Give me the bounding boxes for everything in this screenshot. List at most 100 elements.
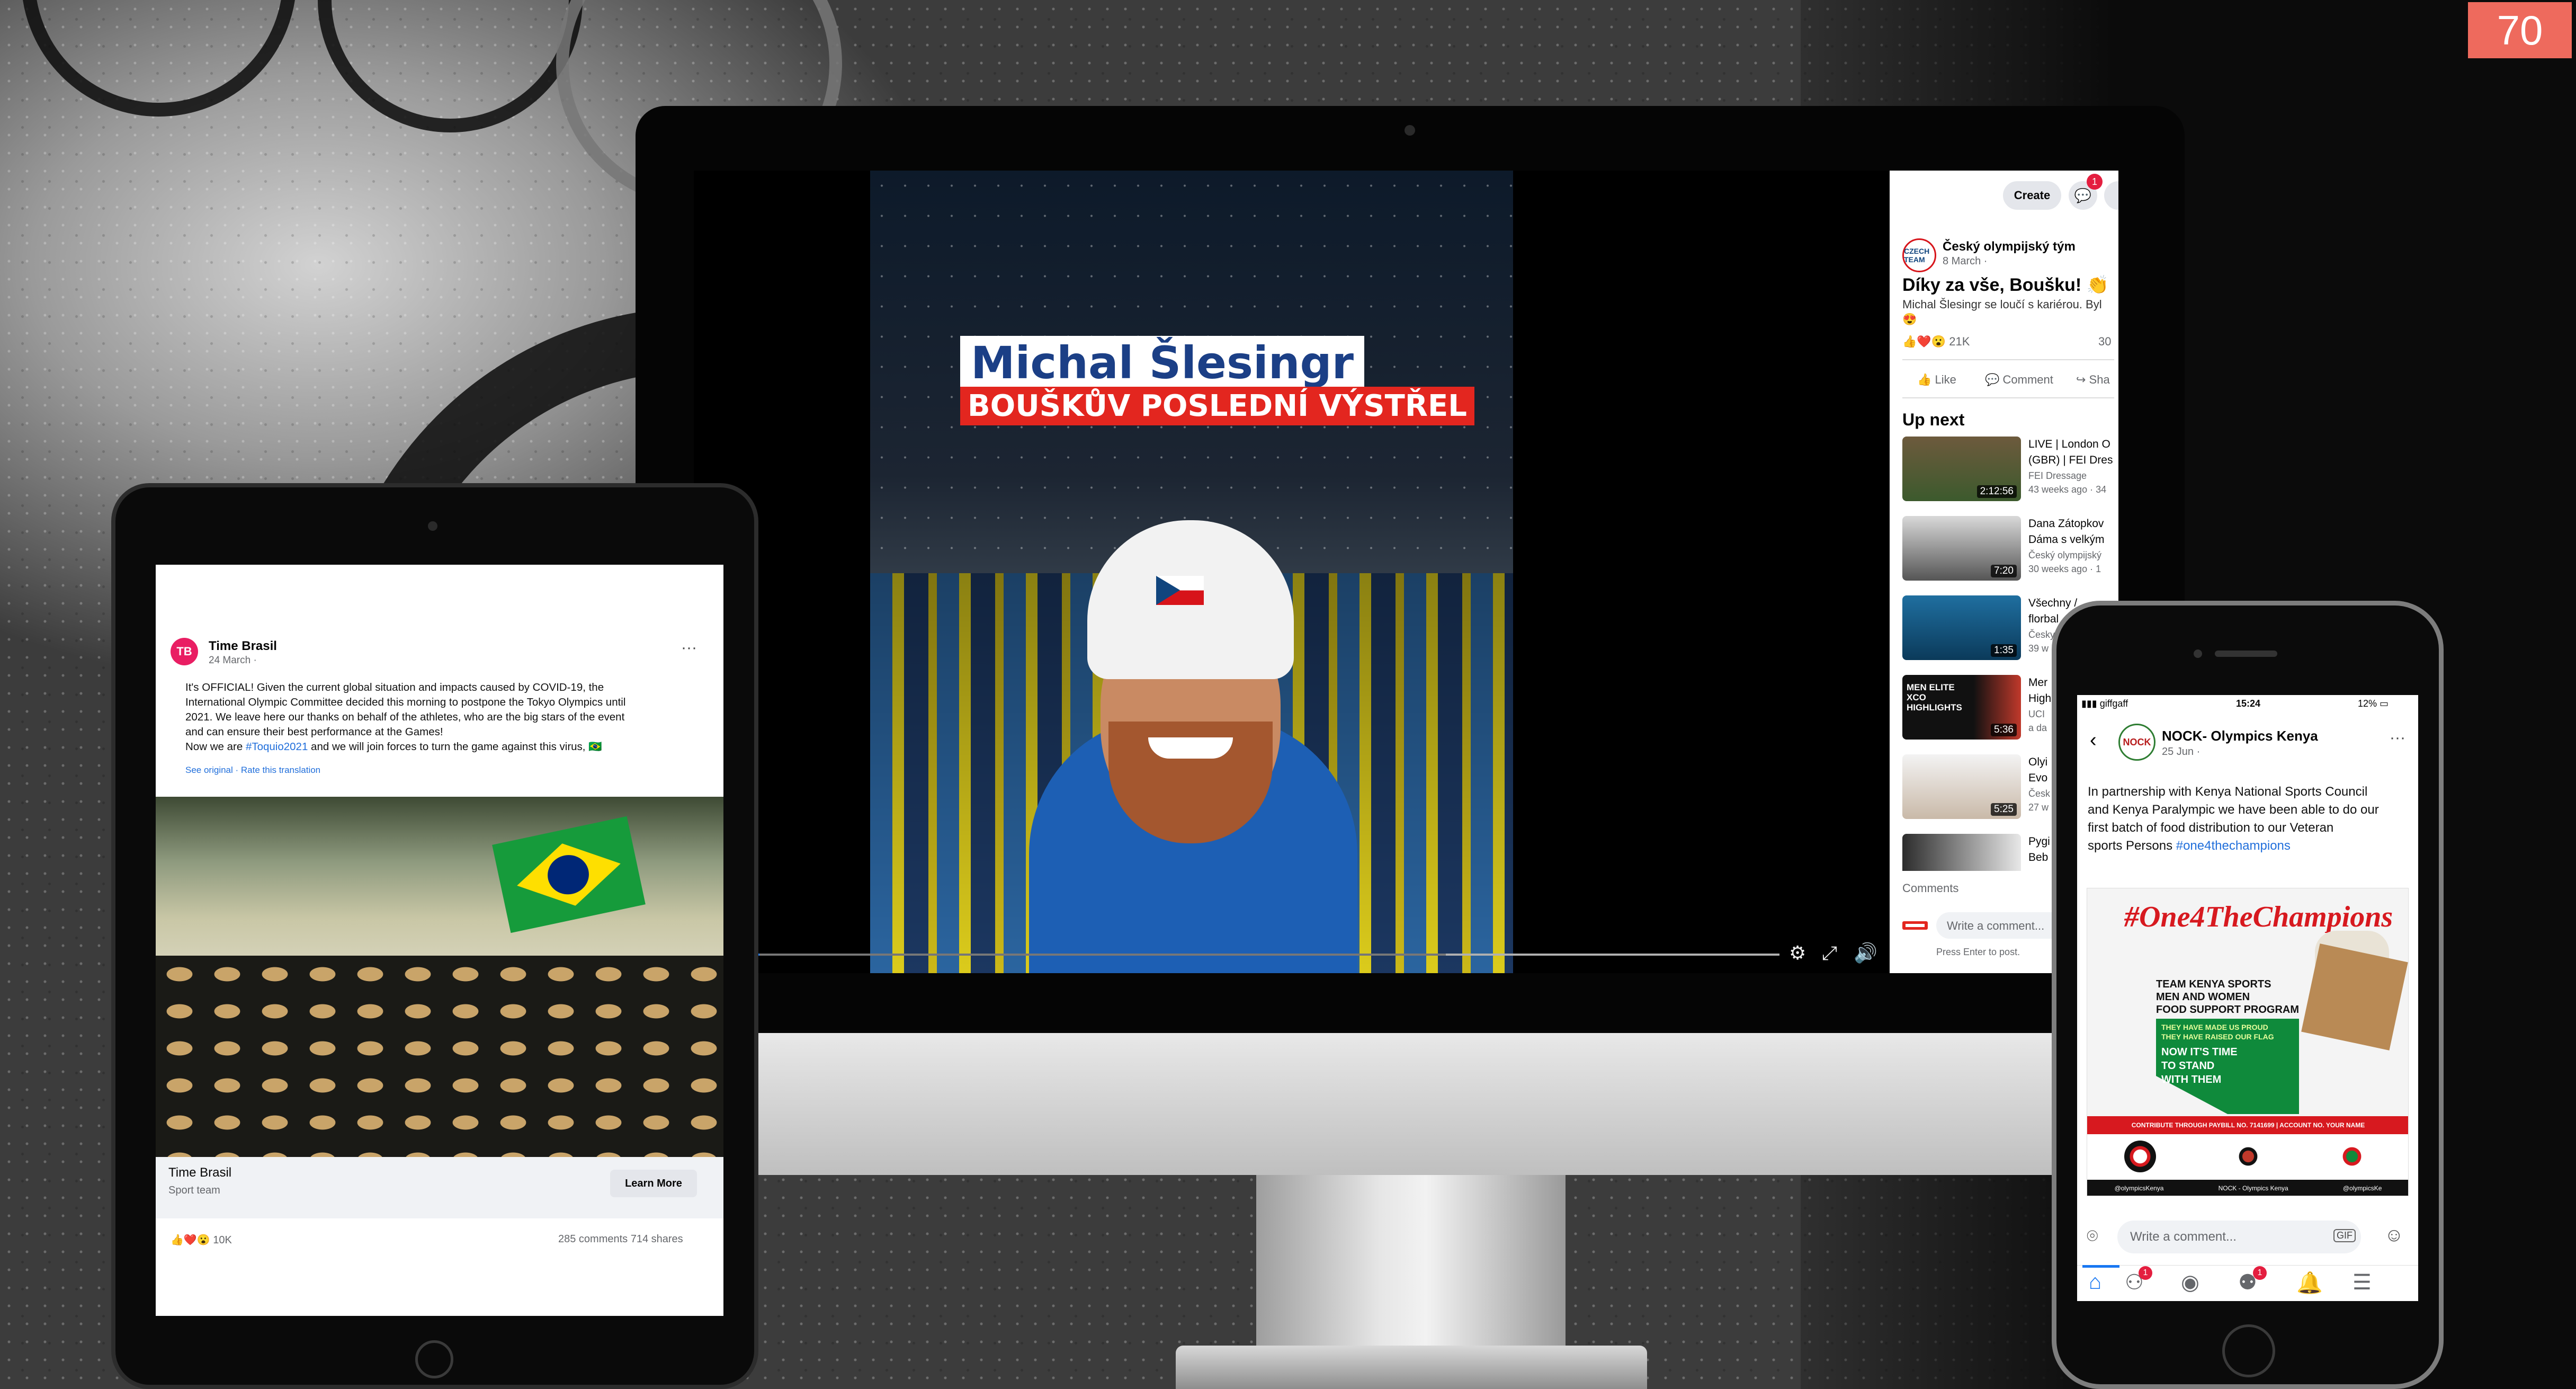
camera-icon[interactable]: ⌾	[2087, 1225, 2098, 1248]
learn-more-button[interactable]: Learn More	[610, 1170, 697, 1197]
post-date[interactable]: 25 Jun ·	[2162, 746, 2200, 758]
post-date[interactable]: 8 March ·	[1943, 255, 1987, 268]
ipad-home-button[interactable]	[415, 1340, 453, 1378]
comment-input[interactable]: Write a comment...	[2117, 1221, 2361, 1253]
food-box-illustration	[2301, 943, 2408, 1050]
campaign-poster[interactable]: #One4TheChampions TEAM KENYA SPORTS MEN …	[2087, 888, 2409, 1196]
reaction-count[interactable]: 👍❤️😮 21K	[1902, 335, 1970, 349]
emoji-icon[interactable]: ☺	[2384, 1224, 2404, 1246]
video-thumbnail[interactable]: MEN ELITE XCO HIGHLIGHTS 5:36	[1902, 675, 2021, 740]
gif-button[interactable]: GIF	[2333, 1229, 2356, 1242]
hashtag-link[interactable]: #Toquio2021	[246, 741, 308, 753]
comments-shares-count[interactable]: 285 comments 714 shares	[558, 1233, 683, 1245]
video-title[interactable]: LIVE | London O	[2028, 437, 2118, 452]
video-thumbnail[interactable]: 7:20	[1902, 516, 2021, 581]
more-options-icon[interactable]: ···	[681, 639, 697, 657]
reaction-summary[interactable]: 👍❤️😮 10K	[171, 1233, 232, 1246]
notifications-bell-icon[interactable]: 🔔	[2296, 1270, 2323, 1295]
page-avatar[interactable]: NOCK	[2118, 724, 2155, 761]
commenter-avatar	[1902, 915, 1928, 936]
page-name[interactable]: Český olympijský tým	[1943, 239, 2076, 254]
back-arrow-icon[interactable]: ‹	[2090, 729, 2097, 752]
create-button[interactable]: Create	[2003, 181, 2061, 210]
video-title[interactable]: Dáma s velkým	[2028, 532, 2118, 548]
fullscreen-icon[interactable]: ⤢	[1822, 942, 1837, 964]
comment-count[interactable]: 30	[2098, 335, 2111, 349]
video-title[interactable]: (GBR) | FEI Dres	[2028, 452, 2118, 468]
video-meta: 27 w	[2028, 802, 2049, 813]
video-channel[interactable]: Česk	[2028, 788, 2050, 799]
video-title-subtitle: BOUŠKŮV POSLEDNÍ VÝSTŘEL	[960, 387, 1474, 425]
volume-icon[interactable]: 🔊	[1854, 942, 1877, 964]
account-menu-button[interactable]	[2104, 181, 2118, 210]
page-avatar[interactable]: CZECH TEAM	[1902, 238, 1936, 272]
post-text-line: first batch of food distribution to our …	[2088, 821, 2334, 835]
link-subtitle: Sport team	[168, 1185, 220, 1196]
video-title-name: Michal Šlesingr	[960, 336, 1365, 390]
poster-paybill-band: CONTRIBUTE THROUGH PAYBILL NO. 7141699 |…	[2087, 1116, 2408, 1134]
iphone-home-button[interactable]	[2222, 1324, 2275, 1377]
home-icon[interactable]: ⌂	[2089, 1270, 2101, 1294]
video-title[interactable]: Dana Zátopkov	[2028, 516, 2118, 532]
comment-hint: Press Enter to post.	[1936, 947, 2020, 957]
brazil-flag-icon	[492, 816, 646, 933]
video-thumbnail[interactable]: 1:35	[1902, 595, 2021, 660]
comment-button[interactable]: 💬 Comment	[1985, 373, 2053, 387]
video-frame[interactable]: Michal Šlesingr BOUŠKŮV POSLEDNÍ VÝSTŘEL	[870, 171, 1513, 973]
hashtag-link[interactable]: #one4thechampions	[2176, 839, 2291, 853]
video-thumbnail[interactable]: 5:25	[1902, 754, 2021, 819]
video-duration: 7:20	[1991, 565, 2017, 577]
more-options-icon[interactable]: ···	[2390, 729, 2405, 747]
battery-percent: 12%	[2358, 698, 2377, 709]
status-time: 15:24	[2236, 698, 2261, 709]
post-text-line: and can ensure their best performance at…	[185, 726, 443, 738]
thumbnail-caption: MEN ELITE XCO HIGHLIGHTS	[1907, 682, 1962, 713]
imac-stand-foot	[1176, 1346, 1647, 1389]
carrier-label: ▮▮▮ giffgaff	[2081, 698, 2128, 709]
translation-link[interactable]: See original · Rate this translation	[185, 765, 320, 776]
poster-hashtag: #One4TheChampions	[2124, 901, 2393, 933]
like-button[interactable]: 👍 Like	[1917, 373, 1956, 387]
divider	[1902, 359, 2114, 360]
iphone-speaker	[2215, 651, 2277, 657]
video-progress-buffer	[757, 954, 1446, 956]
post-photo[interactable]	[156, 797, 723, 1157]
video-duration: 5:36	[1991, 724, 2017, 736]
post-text-line: In partnership with Kenya National Sport…	[2088, 785, 2368, 799]
imac-chin	[636, 1033, 2185, 1175]
ipad-camera	[428, 521, 437, 531]
up-next-item[interactable]: 7:20 Dana Zátopkov Dáma s velkým Český o…	[1902, 516, 2118, 585]
poster-handle: @olympicsKe	[2342, 1185, 2382, 1192]
like-label: Like	[1935, 373, 1956, 386]
video-meta: 30 weeks ago · 1	[2028, 564, 2101, 574]
video-thumbnail[interactable]	[1902, 834, 2021, 871]
czech-flag-icon	[1156, 576, 1204, 605]
poster-handle: NOCK - Olympics Kenya	[2218, 1185, 2288, 1192]
nock-logo-icon	[2336, 1141, 2368, 1172]
link-title[interactable]: Time Brasil	[168, 1165, 231, 1180]
poster-small-line: THEY HAVE MADE US PROUD	[2161, 1023, 2268, 1031]
comment-input[interactable]: Write a comment...	[1936, 912, 2069, 939]
video-channel[interactable]: Česky	[2028, 629, 2055, 640]
settings-icon[interactable]: ⚙	[1789, 942, 1806, 964]
imac-camera	[1405, 125, 1415, 136]
poster-small-line: THEY HAVE RAISED OUR FLAG	[2161, 1032, 2274, 1041]
divider	[1902, 397, 2114, 398]
video-channel[interactable]: UCI	[2028, 709, 2045, 720]
poster-big-line: WITH THEM	[2161, 1074, 2222, 1085]
profile-icon[interactable]: ◉	[2181, 1270, 2199, 1295]
video-channel[interactable]: FEI Dressage	[2028, 470, 2087, 482]
video-channel[interactable]: Český olympijský	[2028, 550, 2101, 561]
post-text: sports Persons	[2088, 839, 2176, 853]
post-date[interactable]: 24 March ·	[209, 655, 257, 666]
carrier-name: giffgaff	[2099, 698, 2128, 709]
page-name[interactable]: Time Brasil	[209, 639, 277, 654]
page-name[interactable]: NOCK- Olympics Kenya	[2162, 728, 2318, 744]
share-button[interactable]: ↪ Sha	[2076, 373, 2110, 387]
menu-icon[interactable]: ☰	[2353, 1270, 2372, 1295]
up-next-item[interactable]: 2:12:56 LIVE | London O (GBR) | FEI Dres…	[1902, 437, 2118, 505]
video-player[interactable]: Michal Šlesingr BOUŠKŮV POSLEDNÍ VÝSTŘEL…	[694, 171, 1890, 973]
page-avatar[interactable]: TB	[171, 638, 198, 665]
reaction-count-value: 21K	[1949, 335, 1970, 348]
video-thumbnail[interactable]: 2:12:56	[1902, 437, 2021, 501]
